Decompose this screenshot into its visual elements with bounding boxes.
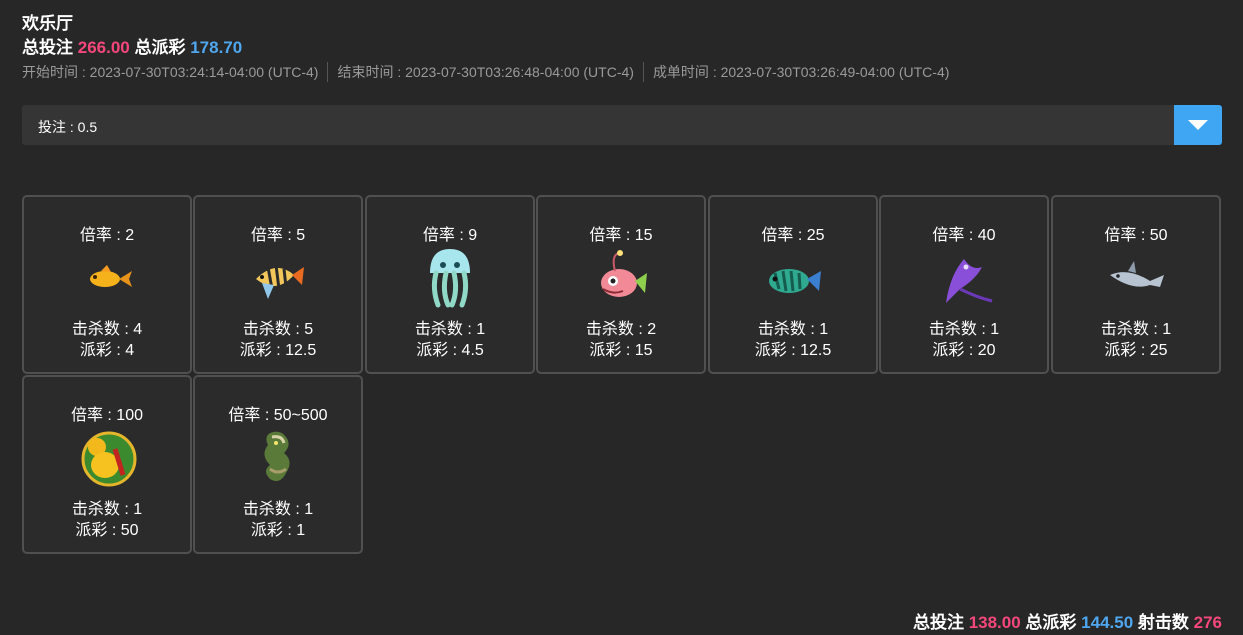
card-rate: 倍率 : 50 xyxy=(1104,227,1168,244)
footer-shots-value: 276 xyxy=(1193,613,1222,632)
bet-select-label: 投注 : 0.5 xyxy=(38,119,98,135)
card-rate: 倍率 : 50~500 xyxy=(228,407,328,424)
fish-card: 倍率 : 100 击杀数 : 1 派彩 : 50 xyxy=(22,375,192,554)
card-rate: 倍率 : 9 xyxy=(422,227,478,244)
fish-card: 倍率 : 25 击杀数 : 1 派彩 : 12.5 xyxy=(708,195,878,374)
card-rate: 倍率 : 25 xyxy=(761,227,825,244)
card-payout: 派彩 : 4 xyxy=(79,342,135,359)
card-rate: 倍率 : 40 xyxy=(932,227,996,244)
card-rate: 倍率 : 15 xyxy=(589,227,653,244)
card-payout: 派彩 : 4.5 xyxy=(416,342,484,359)
total-payout-value: 178.70 xyxy=(190,38,243,57)
card-payout: 派彩 : 15 xyxy=(589,342,653,359)
footer-total-payout-value: 144.50 xyxy=(1081,613,1134,632)
card-payout: 派彩 : 1 xyxy=(250,522,306,539)
fish-card: 倍率 : 15 击杀数 : 2 派彩 : 15 xyxy=(536,195,706,374)
fish-card: 倍率 : 50 击杀数 : 1 派彩 : 25 xyxy=(1051,195,1221,374)
fish-card: 倍率 : 40 击杀数 : 1 派彩 : 20 xyxy=(879,195,1049,374)
goldfish-icon xyxy=(90,265,132,287)
angelfish-icon xyxy=(256,264,304,299)
fish-card: 倍率 : 50~500 击杀数 : 1 派彩 : 1 xyxy=(193,375,363,554)
dragon-icon xyxy=(264,431,290,481)
total-payout-label: 总派彩 xyxy=(134,38,186,57)
total-bet-value: 266.00 xyxy=(77,38,130,57)
footer-summary: 总投注 138.00 总派彩 144.50 射击数 276 xyxy=(913,608,1222,633)
anglerfish-icon xyxy=(601,250,647,297)
chevron-down-icon xyxy=(1188,120,1208,130)
card-payout: 派彩 : 25 xyxy=(1104,342,1168,359)
deal-time: 成单时间 : 2023-07-30T03:26:49-04:00 (UTC-4) xyxy=(652,64,950,80)
card-payout: 派彩 : 12.5 xyxy=(239,342,317,359)
total-bet-label: 总投注 xyxy=(22,38,73,57)
footer-total-bet-label: 总投注 xyxy=(912,613,964,632)
footer-total-bet-value: 138.00 xyxy=(968,613,1021,632)
footer-shots-label: 射击数 xyxy=(1137,613,1189,632)
fish-card: 倍率 : 2 击杀数 : 4 派彩 : 4 xyxy=(22,195,192,374)
manta-ray-icon xyxy=(946,259,993,303)
card-rate: 倍率 : 2 xyxy=(79,227,135,244)
dropdown-toggle-button[interactable] xyxy=(1174,105,1222,145)
golden-gourd-icon xyxy=(81,431,137,487)
footer-total-payout-label: 总派彩 xyxy=(1025,613,1077,632)
divider xyxy=(642,62,644,82)
fish-card: 倍率 : 5 击杀数 : 5 派彩 : 12.5 xyxy=(193,195,363,374)
card-rate: 倍率 : 5 xyxy=(250,227,306,244)
card-payout: 派彩 : 20 xyxy=(932,342,996,359)
card-payout: 派彩 : 50 xyxy=(75,522,139,539)
shark-icon xyxy=(1110,261,1164,287)
card-payout: 派彩 : 12.5 xyxy=(754,342,832,359)
fish-card: 倍率 : 9 击杀数 : 1 派彩 : 4.5 xyxy=(365,195,535,374)
jellyfish-icon xyxy=(430,249,470,308)
end-time: 结束时间 : 2023-07-30T03:26:48-04:00 (UTC-4) xyxy=(337,64,634,80)
bet-select-dropdown[interactable]: 投注 : 0.5 xyxy=(22,105,1222,145)
round-summary: 总投注 266.00 总派彩 178.70 xyxy=(22,33,242,58)
time-info: 开始时间 : 2023-07-30T03:24:14-04:00 (UTC-4)… xyxy=(22,62,949,82)
page-title: 欢乐厅 xyxy=(22,14,73,33)
card-rate: 倍率 : 100 xyxy=(70,407,144,424)
lionfish-icon xyxy=(769,269,821,293)
start-time: 开始时间 : 2023-07-30T03:24:14-04:00 (UTC-4) xyxy=(22,64,319,80)
divider xyxy=(327,62,329,82)
